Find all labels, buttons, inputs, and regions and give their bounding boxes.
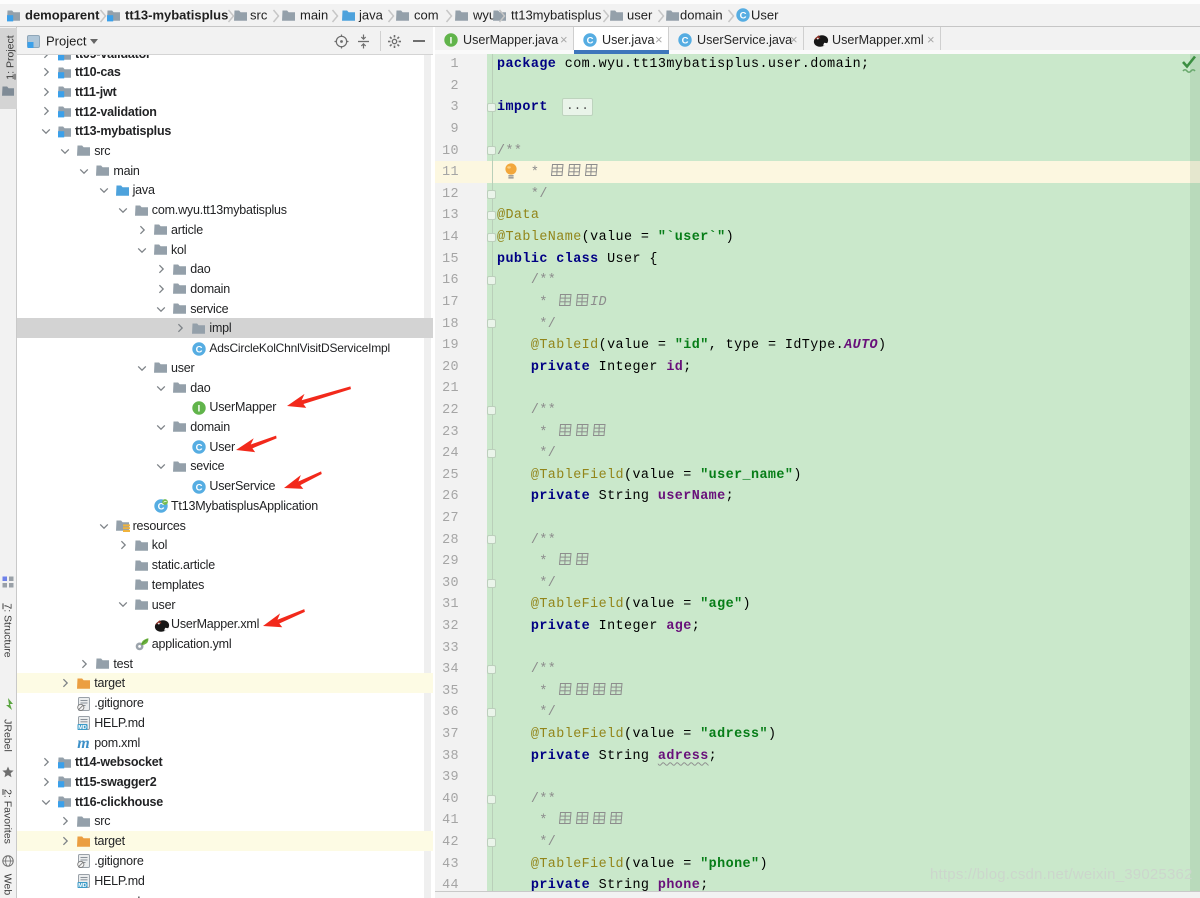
svg-text:I: I — [198, 403, 201, 414]
svg-text:I: I — [450, 35, 453, 46]
svg-text:C: C — [740, 10, 747, 21]
svg-text:MD: MD — [78, 725, 86, 730]
svg-text:C: C — [196, 344, 203, 355]
svg-text:C: C — [682, 35, 689, 46]
svg-text:C: C — [196, 443, 203, 454]
svg-text:C: C — [587, 35, 594, 46]
svg-text:MD: MD — [78, 883, 86, 888]
svg-text:C: C — [196, 482, 203, 493]
